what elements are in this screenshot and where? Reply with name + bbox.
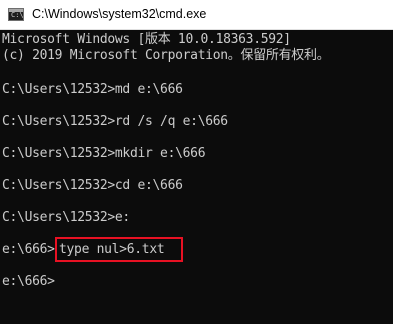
- console-prompt-current: e:\666>: [2, 274, 55, 289]
- console-output[interactable]: Microsoft Windows [版本 10.0.18363.592] (c…: [0, 30, 393, 324]
- cmd-window: C:\ C:\Windows\system32\cmd.exe Microsof…: [0, 0, 393, 324]
- console-line-cd: C:\Users\12532>cd e:\666: [2, 178, 183, 193]
- title-bar[interactable]: C:\ C:\Windows\system32\cmd.exe: [0, 0, 393, 30]
- console-line-switch-drive: C:\Users\12532>e:: [2, 210, 130, 225]
- console-line-mkdir: C:\Users\12532>mkdir e:\666: [2, 146, 206, 161]
- console-line-header-version: Microsoft Windows [版本 10.0.18363.592]: [2, 32, 291, 47]
- cmd-icon[interactable]: C:\: [8, 8, 24, 21]
- highlight-box: [55, 237, 183, 262]
- console-line-rd: C:\Users\12532>rd /s /q e:\666: [2, 114, 228, 129]
- window-title: C:\Windows\system32\cmd.exe: [32, 7, 207, 21]
- console-line-header-copyright: (c) 2019 Microsoft Corporation。保留所有权利。: [2, 48, 330, 63]
- console-line-md: C:\Users\12532>md e:\666: [2, 82, 183, 97]
- console-prompt: e:\666>: [2, 242, 55, 257]
